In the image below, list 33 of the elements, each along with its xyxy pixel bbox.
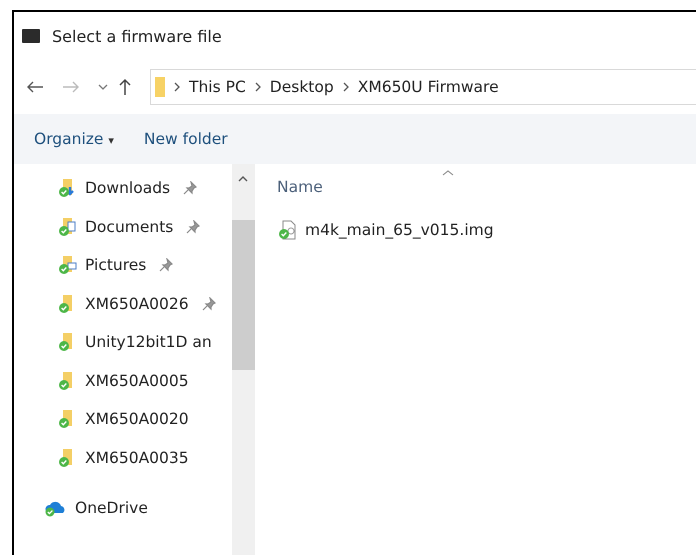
chevron-down-icon[interactable] [98, 84, 108, 90]
organize-button[interactable]: Organize ▾ [28, 126, 120, 152]
breadcrumb-item[interactable]: XM650U Firmware [358, 78, 499, 96]
sidebar-item[interactable]: OneDrive [14, 489, 232, 528]
documents-folder-icon [58, 216, 78, 237]
sidebar-item[interactable]: XM650A0020 [14, 400, 232, 438]
synced-file-icon [277, 220, 297, 240]
back-arrow-icon[interactable] [26, 80, 44, 94]
column-header[interactable]: Name [275, 178, 327, 196]
sidebar-item[interactable]: Pictures [14, 246, 232, 284]
breadcrumb-item[interactable]: This PC [189, 78, 246, 96]
chevron-right-icon [342, 82, 349, 92]
chevron-right-icon [174, 82, 180, 92]
address-bar[interactable]: This PC Desktop XM650U Firmware [150, 69, 696, 105]
sidebar-item[interactable]: Documents [14, 208, 232, 246]
sidebar-item[interactable]: XM650A0035 [14, 438, 232, 477]
window-title: Select a firmware file [52, 26, 222, 46]
folder-icon [155, 77, 165, 97]
sidebar-item[interactable]: XM650A0005 [14, 362, 232, 400]
new-folder-button[interactable]: New folder [138, 126, 234, 152]
scrollbar-thumb[interactable] [232, 220, 255, 370]
sort-ascending-icon [442, 170, 454, 176]
window-icon [22, 29, 40, 43]
pictures-folder-icon [58, 255, 78, 276]
chevron-right-icon [254, 82, 261, 92]
up-arrow-icon[interactable] [118, 78, 132, 96]
file-item[interactable]: m4k_main_65_v015.img [275, 220, 494, 240]
breadcrumb-item[interactable]: Desktop [270, 78, 334, 96]
sidebar-item[interactable]: Unity12bit1D an [14, 323, 232, 362]
scrollbar[interactable] [232, 164, 255, 555]
scroll-up-icon[interactable] [238, 176, 248, 182]
sidebar-item[interactable]: XM650A0026 [14, 284, 232, 323]
sidebar-item[interactable]: Downloads [14, 169, 232, 208]
